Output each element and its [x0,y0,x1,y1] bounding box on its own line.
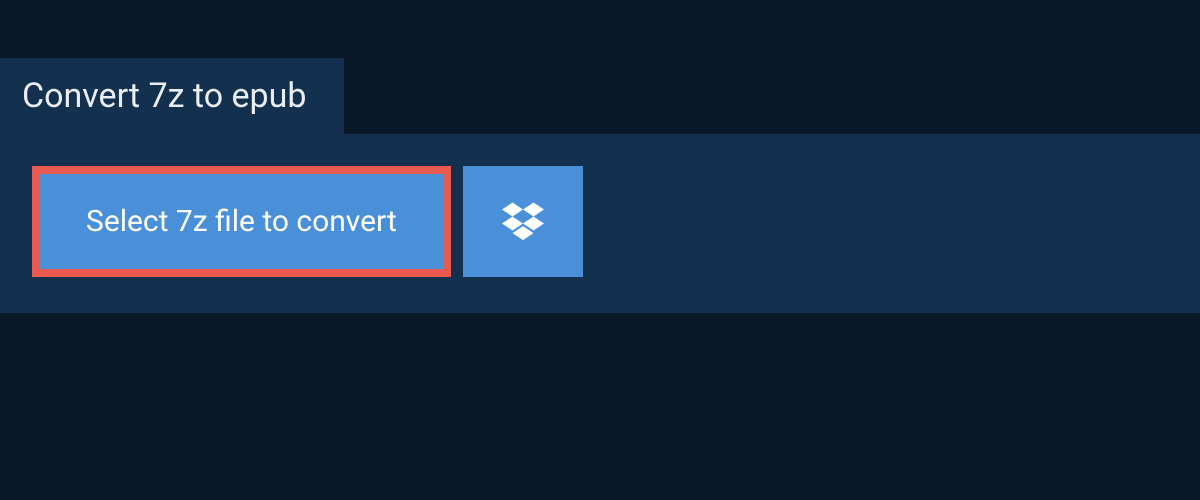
content-panel: Select 7z file to convert [0,134,1200,313]
select-file-button[interactable]: Select 7z file to convert [32,166,451,277]
button-row: Select 7z file to convert [32,166,1168,277]
dropbox-button[interactable] [463,166,583,277]
tab-header: Convert 7z to epub [0,58,344,134]
dropbox-icon [502,199,544,244]
page-title: Convert 7z to epub [22,76,306,116]
